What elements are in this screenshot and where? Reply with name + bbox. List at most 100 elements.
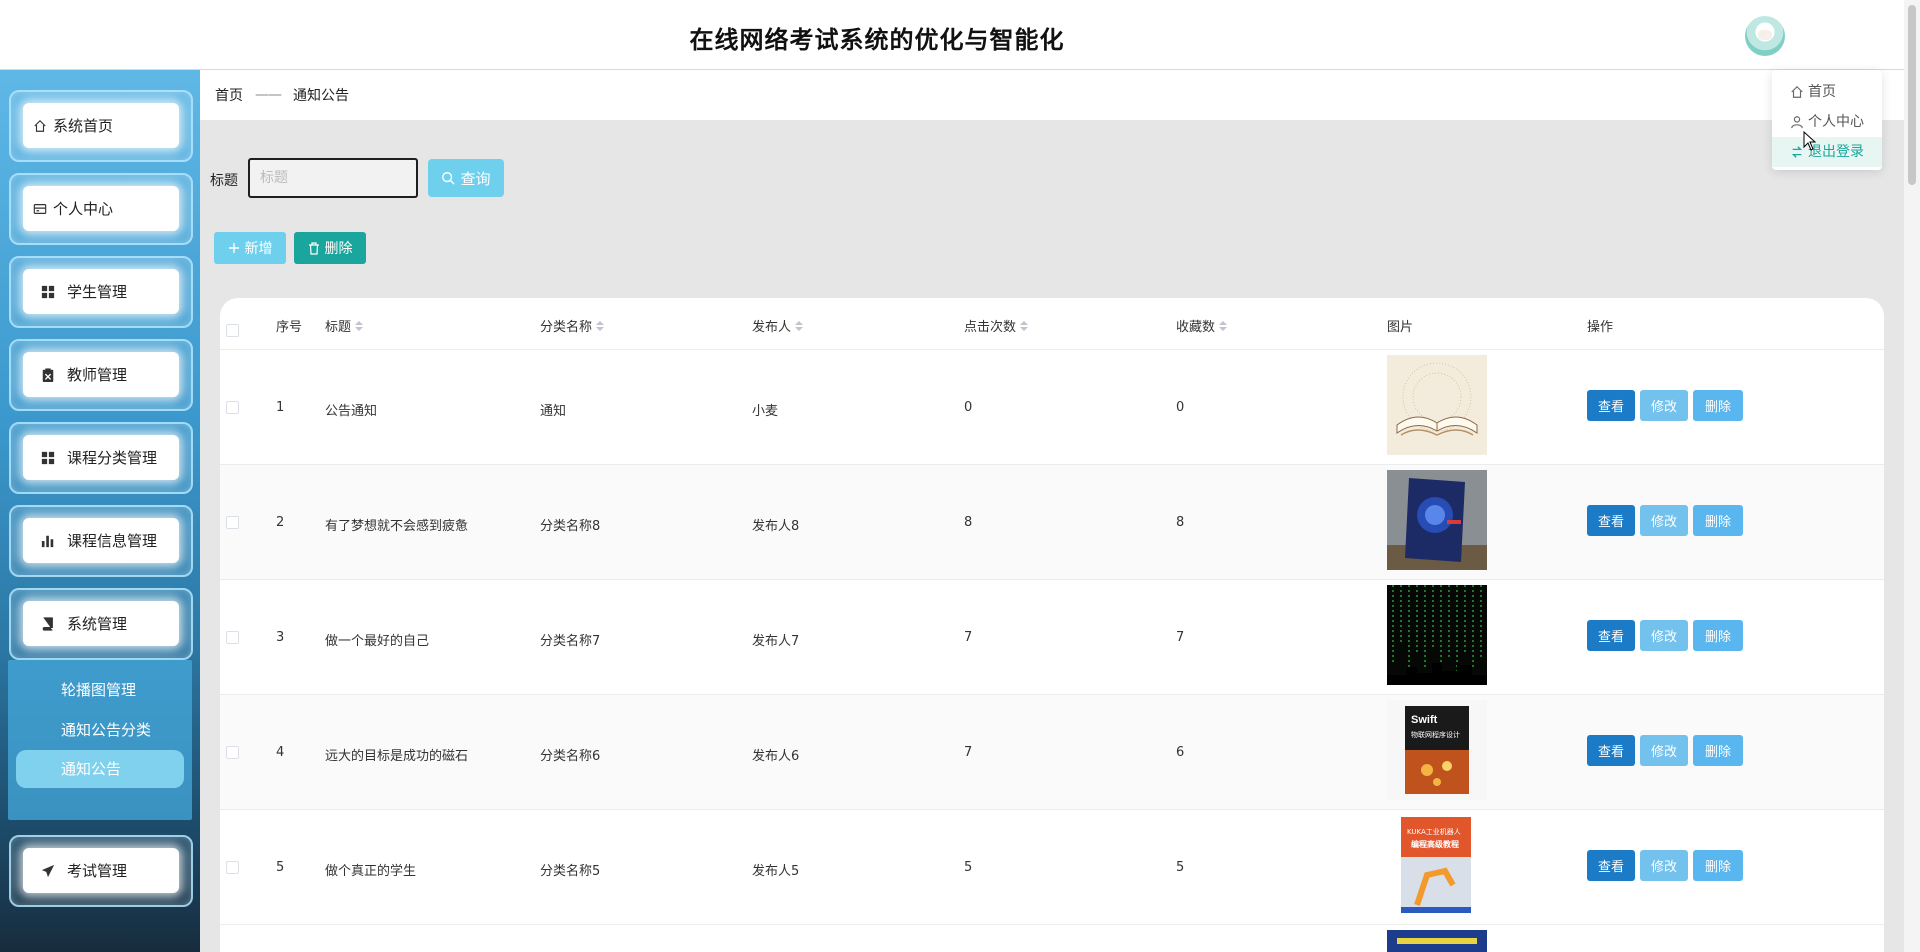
sidebar-button[interactable]: 系统管理 [23,601,179,646]
cell-publisher: 发布人7 [752,634,800,649]
dropdown-item-profile[interactable]: 个人中心 [1772,107,1882,137]
book-cover-subtitle: 编程高级教程 [1411,840,1459,849]
column-header-title[interactable]: 标题 [325,316,364,335]
notice-thumbnail-open-book [1387,355,1487,455]
view-button[interactable]: 查看 [1587,850,1635,881]
title-search-input[interactable] [248,158,418,198]
search-icon [442,172,456,185]
breadcrumb-separator: —— [255,87,282,103]
table-row: 3 做一个最好的自己 分类名称7 发布人7 7 7 查看 修改 删除 [220,580,1884,695]
edit-button[interactable]: 修改 [1640,505,1688,536]
dropdown-item-home[interactable]: 首页 [1772,77,1882,107]
sidebar-item-home[interactable]: 系统首页 [9,90,193,162]
cell-index: 1 [276,400,285,415]
notice-thumbnail-kuka-book: KUKA工业机器人 编程高级教程 [1387,815,1487,915]
cell-index: 4 [276,745,285,760]
cell-category: 分类名称7 [540,634,601,649]
view-button[interactable]: 查看 [1587,390,1635,421]
column-header-publisher[interactable]: 发布人 [752,316,804,335]
grid-icon [41,451,55,464]
cell-index: 3 [276,630,285,645]
cell-publisher: 发布人6 [752,749,800,764]
scrollbar-thumb[interactable] [1908,5,1916,185]
sidebar-button[interactable]: 学生管理 [23,269,179,314]
bar-chart-icon [41,535,54,547]
view-button[interactable]: 查看 [1587,620,1635,651]
dropdown-item-logout[interactable]: 退出登录 [1772,137,1882,167]
cell-clicks: 5 [964,860,973,875]
delete-row-button[interactable]: 删除 [1693,735,1743,766]
sort-icon[interactable] [355,320,364,331]
sidebar-item-exam[interactable]: 考试管理 [9,835,193,907]
sidebar-item-system[interactable]: 系统管理 [9,588,193,660]
cell-favorites: 7 [1176,630,1185,645]
view-button[interactable]: 查看 [1587,735,1635,766]
breadcrumb-home[interactable]: 首页 [215,85,243,105]
sort-icon[interactable] [596,320,605,331]
submenu-item-notice-category[interactable]: 通知公告分类 [8,711,192,749]
table-row: 1 公告通知 通知 小麦 0 0 查看 修改 删除 [220,350,1884,465]
column-header-favorites[interactable]: 收藏数 [1176,316,1228,335]
column-header-actions: 操作 [1587,320,1614,335]
sort-icon[interactable] [795,320,804,331]
sidebar-item-course-info[interactable]: 课程信息管理 [9,505,193,577]
sidebar-button[interactable]: 教师管理 [23,352,179,397]
sidebar-item-teachers[interactable]: 教师管理 [9,339,193,411]
cell-title: 做个真正的学生 [325,864,417,879]
row-checkbox[interactable] [226,631,239,644]
column-header-clicks[interactable]: 点击次数 [964,316,1029,335]
select-all-checkbox[interactable] [226,324,239,337]
edit-button[interactable]: 修改 [1640,735,1688,766]
cell-favorites: 8 [1176,515,1185,530]
sort-icon[interactable] [1020,320,1029,331]
delete-row-button[interactable]: 删除 [1693,390,1743,421]
row-checkbox[interactable] [226,401,239,414]
cell-clicks: 7 [964,745,973,760]
sort-icon[interactable] [1219,320,1228,331]
delete-row-button[interactable]: 删除 [1693,505,1743,536]
sidebar-item-label: 学生管理 [67,283,128,301]
search-button[interactable]: 查询 [428,159,504,197]
user-avatar[interactable] [1745,16,1785,56]
book-cover-subtitle: 物联网程序设计 [1411,731,1460,739]
sidebar-button[interactable]: 课程信息管理 [23,518,179,563]
row-checkbox[interactable] [226,746,239,759]
edit-button[interactable]: 修改 [1640,620,1688,651]
sidebar-button[interactable]: 课程分类管理 [23,435,179,480]
cell-index: 2 [276,515,285,530]
view-button[interactable]: 查看 [1587,505,1635,536]
delete-row-button[interactable]: 删除 [1693,850,1743,881]
edit-button[interactable]: 修改 [1640,390,1688,421]
sidebar-button[interactable]: 系统首页 [23,103,179,148]
notice-table: 序号 标题 分类名称 发布人 点击次数 收藏数 图片 操作 1 公告通知 通知 … [220,298,1884,952]
cell-title: 远大的目标是成功的磁石 [325,749,469,764]
main-content: 首页 —— 通知公告 标题 查询 新增 删除 序号 标题 分类名称 发布人 点击… [200,70,1904,952]
page-scrollbar[interactable] [1904,0,1920,952]
mouse-cursor-icon [1803,131,1817,151]
submenu-item-notice[interactable]: 通知公告 [16,750,184,788]
sidebar-item-course-category[interactable]: 课程分类管理 [9,422,193,494]
row-checkbox[interactable] [226,516,239,529]
sidebar-item-label: 系统管理 [67,615,128,633]
book-icon [42,616,53,631]
sidebar-item-students[interactable]: 学生管理 [9,256,193,328]
sidebar: 系统首页 个人中心 学生管理 教师管理 课程分类管理 课程信息管理 系统管理 轮… [0,70,200,952]
user-icon [1791,116,1803,129]
notice-thumbnail-matrix [1387,585,1487,685]
edit-button[interactable]: 修改 [1640,850,1688,881]
table-header: 序号 标题 分类名称 发布人 点击次数 收藏数 图片 操作 [220,298,1884,350]
cell-index: 5 [276,860,285,875]
batch-delete-button[interactable]: 删除 [294,232,366,264]
sidebar-button[interactable]: 个人中心 [23,186,179,231]
book-cover-text: Swift [1411,714,1438,726]
sidebar-item-profile[interactable]: 个人中心 [9,173,193,245]
row-checkbox[interactable] [226,861,239,874]
delete-row-button[interactable]: 删除 [1693,620,1743,651]
breadcrumb-current: 通知公告 [293,88,349,104]
column-header-category[interactable]: 分类名称 [540,316,605,335]
breadcrumb: 首页 —— 通知公告 [200,70,1904,120]
sidebar-button[interactable]: 考试管理 [23,848,179,893]
submenu-item-carousel[interactable]: 轮播图管理 [8,671,192,709]
card-icon [33,203,47,214]
add-button[interactable]: 新增 [214,232,286,264]
